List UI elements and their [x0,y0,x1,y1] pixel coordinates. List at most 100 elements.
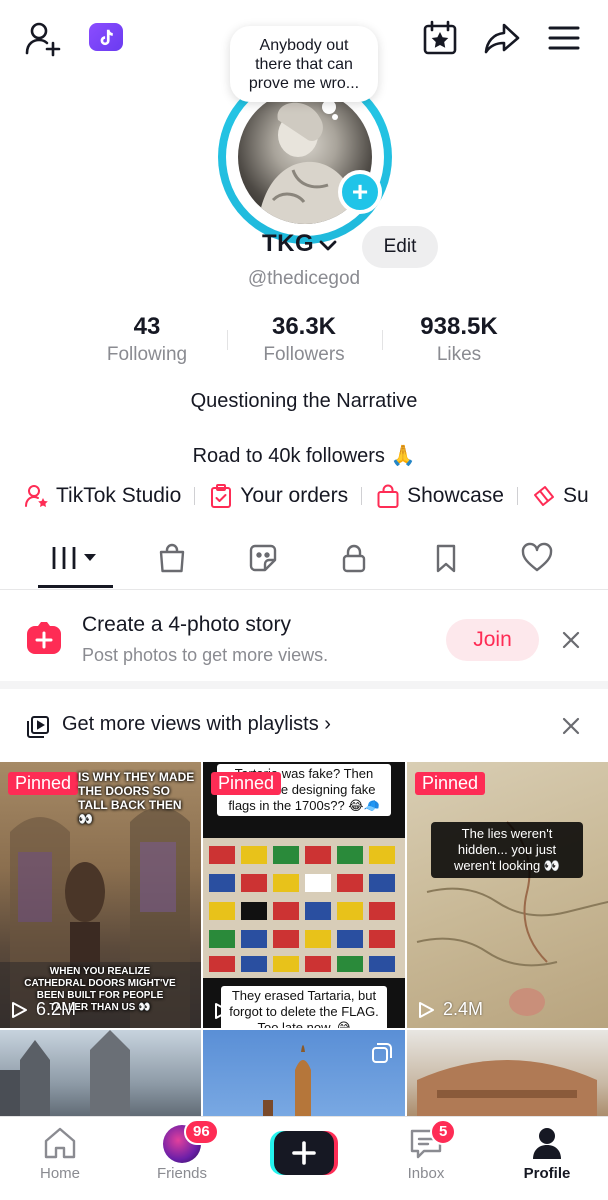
tab-videos[interactable] [50,540,102,576]
profile-name: TKG [262,230,315,257]
nav-friends[interactable]: Friends 96 [132,1119,232,1182]
note-bubble-tail-small [332,114,338,120]
pinned-badge: Pinned [211,772,282,795]
video-caption-top: IS WHY THEY MADE THE DOORS SO TALL BACK … [78,770,195,826]
video-thumbnail[interactable]: Pinned IS WHY THEY MADE THE DOORS SO TAL… [0,762,201,1028]
camera-plus-icon [27,622,61,654]
tab-saved[interactable] [426,540,466,576]
quick-links-bar: TikTok Studio Your orders Showcase Su [24,480,589,512]
notification-badge: 5 [430,1119,457,1145]
divider [194,487,196,505]
home-icon [44,1127,76,1159]
bookmark-icon [436,544,456,573]
lock-icon [342,544,366,573]
notification-badge: 96 [184,1119,219,1145]
person-star-icon [25,485,48,507]
add-story-plus-icon[interactable]: + [338,170,382,214]
video-thumbnail[interactable] [203,1030,405,1120]
shopping-bag-icon [377,484,399,508]
tab-private[interactable] [334,540,374,576]
chevron-down-icon[interactable] [318,236,338,256]
bio-line-2: Road to 40k followers 🙏 [192,445,416,467]
create-story-banner[interactable]: Create a 4-photo story Post photos to ge… [0,591,608,689]
video-thumbnail[interactable] [407,1030,608,1120]
stat-followers[interactable]: 36.3K Followers [229,312,379,368]
view-count-value: 2.4M [443,999,484,1019]
nav-label: Home [39,1165,80,1182]
share-arrow-icon[interactable] [482,18,522,58]
create-button[interactable] [270,1131,338,1175]
view-count [213,1002,239,1020]
quick-link-label: Su [562,484,589,507]
heart-icon [521,542,553,572]
video-thumbnail[interactable] [0,1030,201,1120]
stat-likes[interactable]: 938.5K Likes [384,312,534,368]
quick-link-label: TikTok Studio [56,484,182,507]
stat-label: Followers [263,344,345,365]
profile-tabs [0,530,608,590]
tiktok-note-icon[interactable] [89,23,123,51]
video-thumbnail[interactable]: Tartaria was fake? Then who were designi… [203,762,405,1028]
divider [382,330,383,350]
grid-icon [52,547,96,569]
view-count: 2.4M [417,999,483,1020]
view-count: 6.2M [10,999,76,1020]
close-icon[interactable] [560,629,582,651]
note-bubble[interactable]: Anybody out there that can prove me wro.… [230,26,378,102]
stat-value: 43 [133,313,161,340]
note-text: Anybody out there that can prove me wro.… [248,36,360,92]
tab-liked[interactable] [517,540,557,576]
story-subtitle: Post photos to get more views. [82,645,329,665]
bottom-navigation: Home Friends 96 Inbox 5 Profile [0,1116,608,1200]
quick-link-your-orders[interactable]: Your orders [208,483,348,509]
join-button[interactable]: Join [446,619,539,661]
sticker-icon [249,544,277,572]
profile-handle: @thedicegod [247,268,361,289]
play-icon [12,1001,27,1018]
nav-label: Friends [156,1165,208,1182]
story-title: Create a 4-photo story [82,613,291,636]
edit-profile-button[interactable]: Edit [362,226,438,268]
nav-inbox[interactable]: Inbox 5 [376,1119,476,1182]
nav-label: Profile [523,1165,571,1182]
stat-value: 938.5K [420,313,498,340]
create-plus-icon [270,1131,338,1175]
clipboard-check-icon [211,484,232,508]
video-caption-bottom: They erased Tartaria, but forgot to dele… [221,986,387,1028]
note-bubble-tail [322,100,336,114]
video-thumbnail[interactable]: Pinned The lies weren't hidden... you ju… [407,762,608,1028]
stat-label: Following [106,344,188,365]
play-icon [419,1001,434,1018]
divider [361,487,363,505]
playlist-icon [27,716,49,738]
stat-value: 36.3K [271,313,337,340]
nav-profile[interactable]: Profile [497,1125,597,1182]
play-icon [215,1003,230,1019]
gift-icon [533,486,554,506]
quick-link-label: Your orders [240,484,349,507]
stat-following[interactable]: 43 Following [72,312,222,368]
divider [227,330,228,350]
stat-label: Likes [436,344,482,365]
view-count-value: 6.2M [36,999,77,1019]
active-tab-indicator [38,585,113,588]
tab-stickers[interactable] [243,540,283,576]
hamburger-menu-icon[interactable] [544,18,584,58]
profile-icon [533,1128,561,1159]
quick-link-tiktok-studio[interactable]: TikTok Studio [24,483,181,509]
quick-link-label: Showcase [407,484,504,507]
bag-icon [159,543,185,573]
close-icon[interactable] [560,715,582,737]
quick-link-su[interactable]: Su [531,483,589,509]
nav-home[interactable]: Home [10,1125,110,1182]
calendar-star-icon[interactable] [420,18,460,58]
pinned-badge: Pinned [415,772,486,795]
add-friend-icon[interactable] [22,18,62,58]
quick-link-showcase[interactable]: Showcase [375,483,504,509]
divider [516,487,518,505]
video-caption: The lies weren't hidden... you just were… [431,822,583,878]
playlists-banner[interactable]: Get more views with playlists › [0,697,608,759]
tab-shop[interactable] [152,540,192,576]
nav-label: Inbox [407,1165,445,1182]
bio-line-1: Questioning the Narrative [190,390,418,412]
